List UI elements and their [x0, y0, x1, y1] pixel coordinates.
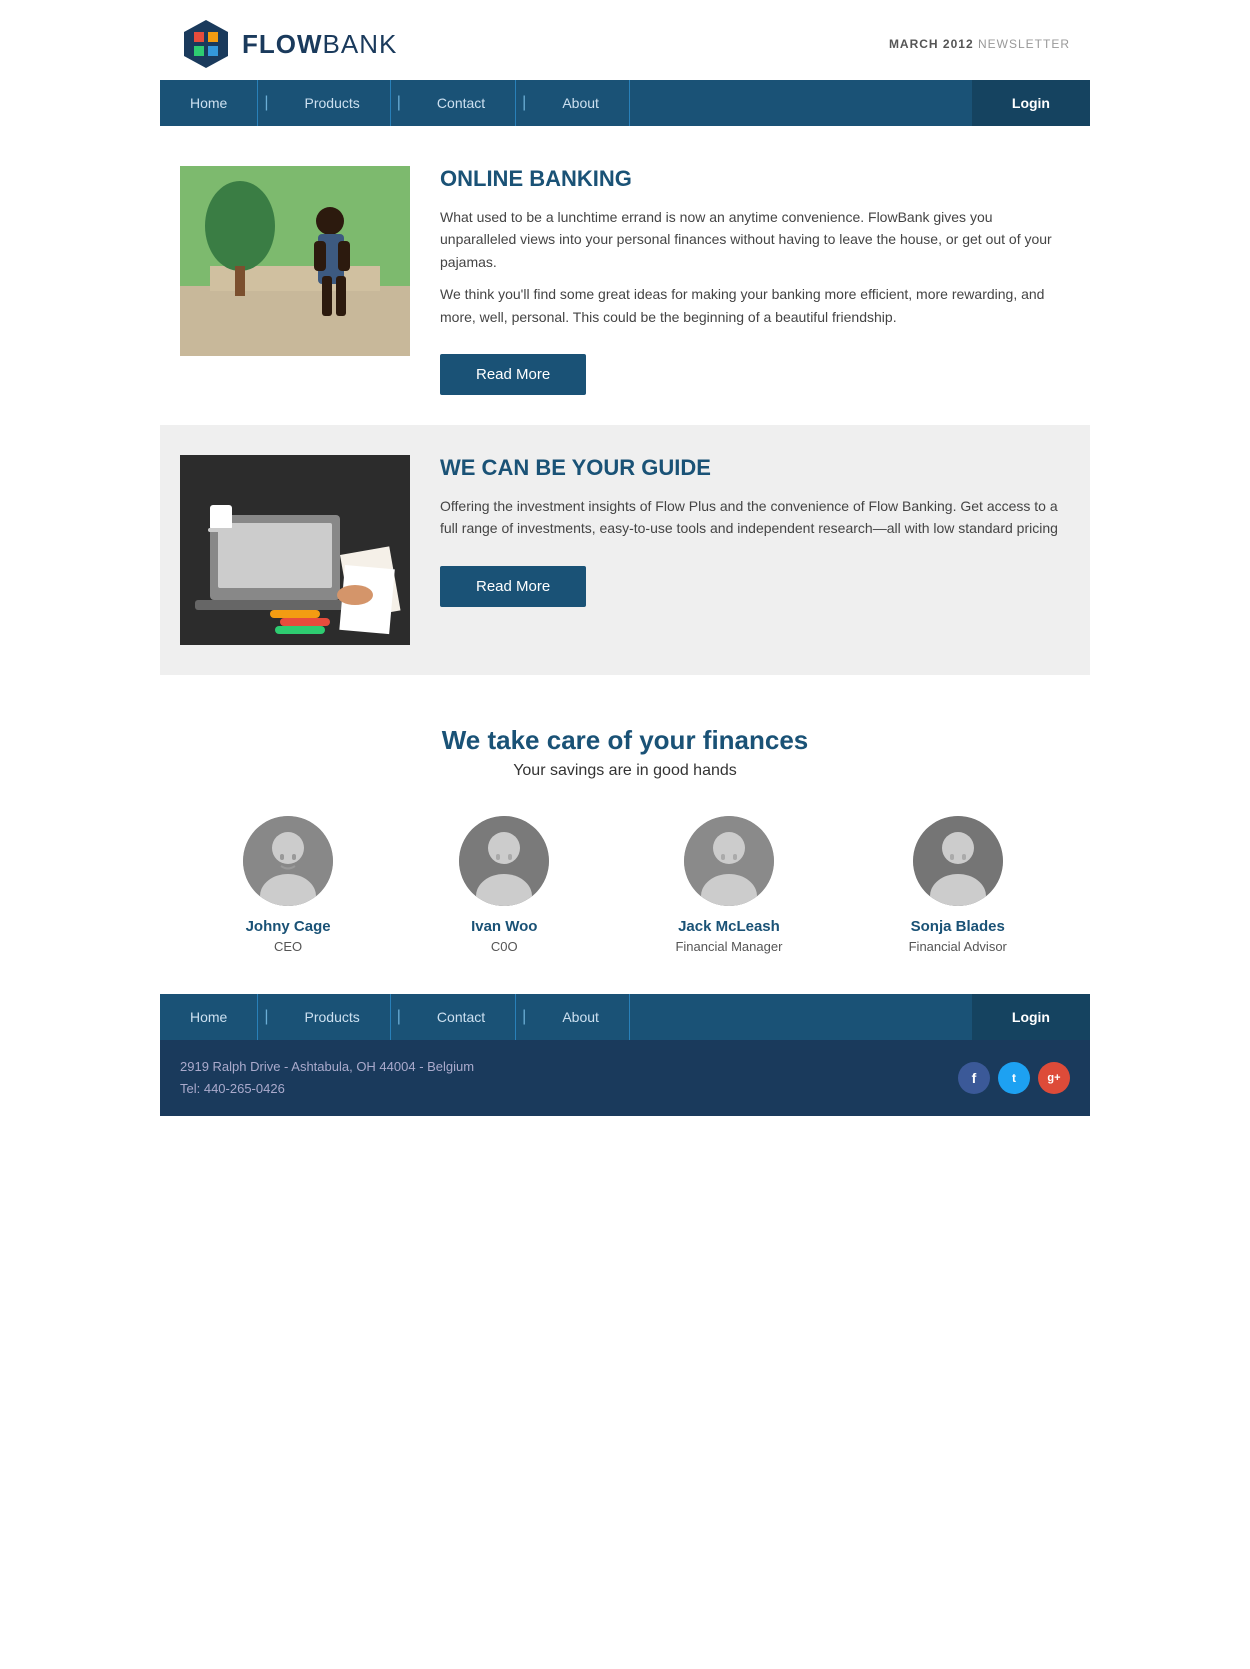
logo: FLOWBANK [180, 18, 397, 70]
article-1-text2: We think you'll find some great ideas fo… [440, 283, 1070, 328]
article-2-text1: Offering the investment insights of Flow… [440, 495, 1070, 540]
page-header: FLOWBANK MARCH 2012 NEWSLETTER [160, 0, 1090, 80]
footer-sep-2: | [391, 994, 407, 1040]
team-name-2: Jack McLeash [678, 918, 780, 935]
nav-sep-2: | [391, 80, 407, 126]
team-role-1: C0O [491, 939, 518, 954]
nav-sep-3: | [516, 80, 532, 126]
main-nav: Home | Products | Contact | About Login [160, 80, 1090, 126]
team-member-3: Sonja Blades Financial Advisor [909, 816, 1007, 954]
team-avatar-0 [243, 816, 333, 906]
logo-icon [180, 18, 232, 70]
article-1-body: ONLINE BANKING What used to be a lunchti… [440, 166, 1070, 395]
team-name-3: Sonja Blades [911, 918, 1005, 935]
footer-nav: Home | Products | Contact | About Login [160, 994, 1090, 1040]
newsletter-label: MARCH 2012 NEWSLETTER [889, 37, 1070, 51]
logo-text: FLOWBANK [242, 29, 397, 60]
article-2-image [180, 455, 410, 645]
article-2-body: WE CAN BE YOUR GUIDE Offering the invest… [440, 455, 1070, 607]
team-name-1: Ivan Woo [471, 918, 537, 935]
team-role-3: Financial Advisor [909, 939, 1007, 954]
article-guide: WE CAN BE YOUR GUIDE Offering the invest… [160, 425, 1090, 675]
team-role-0: CEO [274, 939, 302, 954]
googleplus-icon[interactable]: g+ [1038, 1062, 1070, 1094]
footer-login[interactable]: Login [972, 994, 1090, 1040]
article-1-text1: What used to be a lunchtime errand is no… [440, 206, 1070, 273]
article-2-title: WE CAN BE YOUR GUIDE [440, 455, 1070, 481]
nav-contact[interactable]: Contact [407, 80, 516, 126]
team-member-0: Johny Cage CEO [243, 816, 333, 954]
team-subtitle: Your savings are in good hands [180, 762, 1070, 780]
nav-home[interactable]: Home [160, 80, 258, 126]
twitter-icon[interactable]: t [998, 1062, 1030, 1094]
footer-nav-contact[interactable]: Contact [407, 994, 516, 1040]
nav-about[interactable]: About [532, 80, 630, 126]
team-avatar-2 [684, 816, 774, 906]
social-icons: f t g+ [958, 1062, 1070, 1094]
footer-nav-products[interactable]: Products [275, 994, 391, 1040]
article-online-banking: ONLINE BANKING What used to be a lunchti… [160, 136, 1090, 425]
team-title: We take care of your finances [180, 725, 1070, 756]
footer-bottom: 2919 Ralph Drive - Ashtabula, OH 44004 -… [160, 1040, 1090, 1116]
team-role-2: Financial Manager [675, 939, 782, 954]
nav-items: Home | Products | Contact | About [160, 80, 972, 126]
team-member-1: Ivan Woo C0O [459, 816, 549, 954]
read-more-button-2[interactable]: Read More [440, 566, 586, 607]
team-section: We take care of your finances Your savin… [160, 685, 1090, 994]
nav-login[interactable]: Login [972, 80, 1090, 126]
article-1-image [180, 166, 410, 356]
footer-nav-home[interactable]: Home [160, 994, 258, 1040]
nav-sep-1: | [258, 80, 274, 126]
facebook-icon[interactable]: f [958, 1062, 990, 1094]
team-name-0: Johny Cage [246, 918, 331, 935]
team-member-2: Jack McLeash Financial Manager [675, 816, 782, 954]
footer-sep-1: | [258, 994, 274, 1040]
footer-sep-3: | [516, 994, 532, 1040]
team-avatar-3 [913, 816, 1003, 906]
nav-products[interactable]: Products [275, 80, 391, 126]
footer-address: 2919 Ralph Drive - Ashtabula, OH 44004 -… [180, 1056, 474, 1100]
article-1-title: ONLINE BANKING [440, 166, 1070, 192]
read-more-button-1[interactable]: Read More [440, 354, 586, 395]
team-avatar-1 [459, 816, 549, 906]
footer-nav-items: Home | Products | Contact | About [160, 994, 972, 1040]
content-area: ONLINE BANKING What used to be a lunchti… [160, 126, 1090, 685]
footer-nav-about[interactable]: About [532, 994, 630, 1040]
team-members: Johny Cage CEO Ivan Woo C0O [180, 816, 1070, 954]
